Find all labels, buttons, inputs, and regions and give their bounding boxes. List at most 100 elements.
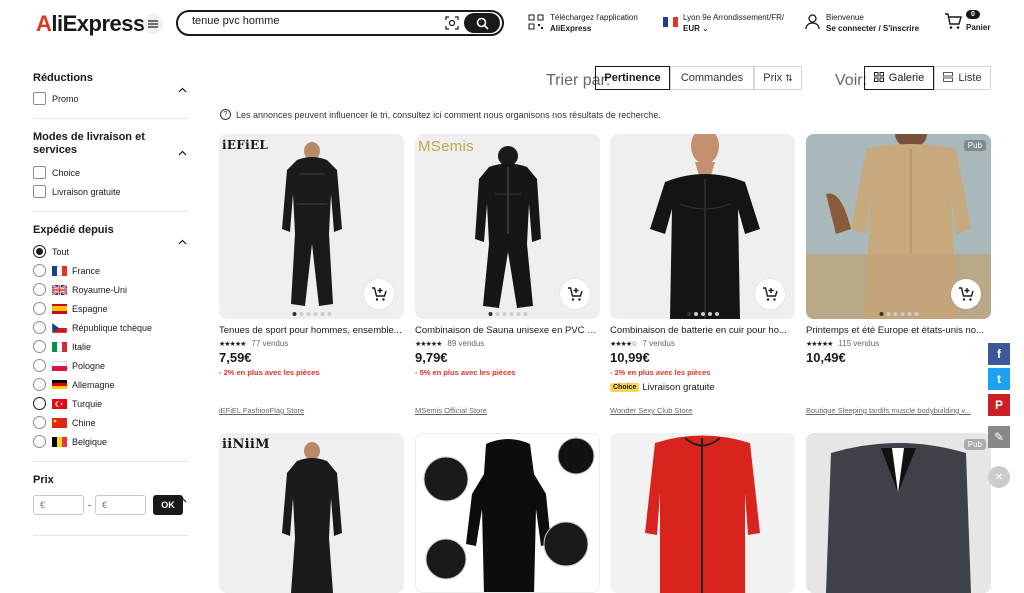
- option-espagne[interactable]: Espagne: [33, 299, 188, 318]
- sort-prix[interactable]: Prix ⇅: [754, 66, 802, 90]
- image-carousel-dots[interactable]: [292, 312, 331, 316]
- sponsored-badge: Pub: [963, 439, 986, 450]
- pinterest-share-icon[interactable]: P: [988, 394, 1010, 416]
- sort-commandes[interactable]: Commandes: [670, 66, 754, 90]
- chevron-up-icon[interactable]: [178, 232, 187, 245]
- view-liste[interactable]: Liste: [934, 66, 991, 90]
- add-to-cart-button[interactable]: [560, 279, 590, 309]
- image-carousel-dots[interactable]: [686, 312, 719, 316]
- option-pologne[interactable]: Pologne: [33, 356, 188, 375]
- product-card[interactable]: [415, 433, 600, 593]
- product-title[interactable]: Printemps et été Europe et états-unis no…: [806, 325, 991, 336]
- price-separator: -: [88, 500, 91, 510]
- option-france[interactable]: France: [33, 261, 188, 280]
- option-label: Pologne: [72, 360, 106, 371]
- option-choice[interactable]: Choice: [33, 163, 188, 182]
- radio[interactable]: [33, 283, 46, 296]
- option-label: Chine: [72, 417, 96, 428]
- edit-icon[interactable]: ✎: [988, 426, 1010, 448]
- option-belgique[interactable]: Belgique: [33, 432, 188, 451]
- option-chine[interactable]: Chine: [33, 413, 188, 432]
- product-title[interactable]: Combinaison de batterie en cuir pour ho.…: [610, 325, 795, 336]
- add-to-cart-button[interactable]: [951, 279, 981, 309]
- add-to-cart-button[interactable]: [755, 279, 785, 309]
- ads-notice[interactable]: ? Les annonces peuvent influencer le tri…: [220, 109, 661, 120]
- aliexpress-logo[interactable]: AliExpress: [36, 11, 145, 37]
- option-livraison-gratuite[interactable]: Livraison gratuite: [33, 182, 188, 201]
- locale-line1: Lyon 9e Arrondissement/FR/: [683, 13, 785, 22]
- product-title[interactable]: Tenues de sport pour hommes, ensemble...: [219, 325, 404, 336]
- product-image[interactable]: Pub: [806, 433, 991, 593]
- product-card[interactable]: iiNiiM: [219, 433, 404, 593]
- radio[interactable]: [33, 340, 46, 353]
- free-shipping: Livraison gratuite: [642, 382, 715, 393]
- product-image[interactable]: iiNiiM: [219, 433, 404, 593]
- radio[interactable]: [33, 321, 46, 334]
- view-galerie[interactable]: Galerie: [864, 66, 934, 90]
- facebook-share-icon[interactable]: f: [988, 343, 1010, 365]
- radio[interactable]: [33, 397, 46, 410]
- chevron-up-icon[interactable]: [178, 80, 187, 93]
- option-tout[interactable]: Tout: [33, 242, 188, 261]
- option-promo[interactable]: Promo: [33, 89, 188, 108]
- radio[interactable]: [33, 435, 46, 448]
- radio[interactable]: [33, 359, 46, 372]
- product-image[interactable]: [610, 134, 795, 319]
- add-to-cart-button[interactable]: [364, 279, 394, 309]
- sort-arrows-icon: ⇅: [785, 72, 793, 83]
- search-input[interactable]: [192, 15, 442, 27]
- store-link[interactable]: Wonder Sexy Club Store: [610, 406, 795, 415]
- product-image[interactable]: iEFiEL: [219, 134, 404, 319]
- image-carousel-dots[interactable]: [488, 312, 527, 316]
- product-image[interactable]: [610, 433, 795, 593]
- option-royaume-uni[interactable]: Royaume-Uni: [33, 280, 188, 299]
- star-rating: ★★★★★: [415, 340, 442, 348]
- product-card[interactable]: MSemis Combinaison de Sauna unisexe en P…: [415, 134, 600, 415]
- radio[interactable]: [33, 378, 46, 391]
- filter-title: Expédié depuis: [33, 224, 114, 236]
- menu-icon[interactable]: [143, 14, 163, 34]
- radio[interactable]: [33, 245, 46, 258]
- store-link[interactable]: MSemis Official Store: [415, 406, 600, 415]
- filter-title: Réductions: [33, 72, 93, 84]
- product-card[interactable]: [610, 433, 795, 593]
- radio[interactable]: [33, 264, 46, 277]
- product-card[interactable]: Pub Printemps et été Europe et états-uni…: [806, 134, 991, 415]
- product-image[interactable]: MSemis: [415, 134, 600, 319]
- close-icon[interactable]: ✕: [988, 466, 1010, 488]
- sort-pertinence[interactable]: Pertinence: [595, 66, 670, 90]
- store-link[interactable]: iEFiEL FashionFlag Store: [219, 406, 404, 415]
- search-button[interactable]: [464, 13, 500, 33]
- header: AliExpress Téléchargez l'application AliE…: [0, 0, 1024, 48]
- store-link[interactable]: Boutique Sleeping tardifs muscle bodybui…: [806, 406, 991, 415]
- option-allemagne[interactable]: Allemagne: [33, 375, 188, 394]
- chevron-up-icon[interactable]: [178, 143, 187, 156]
- price-min-input[interactable]: [33, 495, 84, 515]
- brand-logo: iEFiEL: [222, 138, 269, 152]
- radio[interactable]: [33, 302, 46, 315]
- checkbox[interactable]: [33, 166, 46, 179]
- product-image[interactable]: Pub: [806, 134, 991, 319]
- camera-search-icon[interactable]: [445, 16, 459, 30]
- product-image[interactable]: [415, 433, 600, 593]
- chevron-up-icon[interactable]: [178, 490, 187, 503]
- list-icon: [943, 71, 954, 85]
- price-max-input[interactable]: [95, 495, 146, 515]
- product-price: 10,99€: [610, 350, 650, 365]
- checkbox[interactable]: [33, 92, 46, 105]
- product-card[interactable]: iEFiEL Tenues de sport pour hommes, ense…: [219, 134, 404, 415]
- checkbox[interactable]: [33, 185, 46, 198]
- china-flag-icon: [52, 417, 67, 428]
- product-title[interactable]: Combinaison de Sauna unisexe en PVC p...: [415, 325, 600, 336]
- option-republique-tcheque[interactable]: République tchèque: [33, 318, 188, 337]
- option-italie[interactable]: Italie: [33, 337, 188, 356]
- twitter-share-icon[interactable]: t: [988, 368, 1010, 390]
- login-link[interactable]: Se connecter / S'inscrire: [826, 23, 919, 34]
- radio[interactable]: [33, 416, 46, 429]
- choice-badge: Choice Livraison gratuite: [610, 382, 795, 393]
- add-cart-icon: [372, 286, 387, 301]
- option-turquie[interactable]: Turquie: [33, 394, 188, 413]
- product-card[interactable]: Combinaison de batterie en cuir pour ho.…: [610, 134, 795, 415]
- image-carousel-dots[interactable]: [879, 312, 918, 316]
- product-card[interactable]: Pub: [806, 433, 991, 593]
